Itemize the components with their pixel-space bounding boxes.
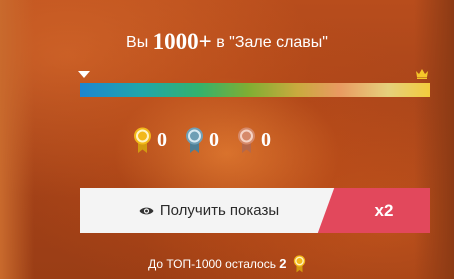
rank-headline: Вы 1000+ в "Зале славы"	[0, 30, 454, 55]
get-views-label: Получить показы	[159, 202, 280, 219]
footer-text: До ТОП-1000 осталось	[148, 257, 276, 271]
headline-suffix: в "Зале славы"	[216, 34, 328, 51]
multiplier-label: x2	[374, 200, 394, 220]
bronze-medal-count: 0	[261, 128, 271, 151]
silver-medal-counter: 0	[185, 127, 219, 154]
bronze-medal-counter: 0	[237, 127, 271, 154]
triangle-down-icon	[78, 71, 90, 78]
multiplier-badge[interactable]: x2	[338, 188, 430, 233]
get-views-main[interactable]: Получить показы	[80, 188, 338, 233]
rank-progress-bar	[80, 83, 430, 97]
gold-medal-icon	[293, 255, 306, 273]
eye-icon	[139, 207, 154, 214]
bronze-medal-icon	[238, 127, 255, 153]
gold-medal-icon	[134, 127, 151, 153]
gold-medal-counter: 0	[133, 127, 167, 154]
rank-value: 1000+	[152, 29, 212, 54]
silver-medal-count: 0	[209, 128, 219, 151]
gold-medal-count: 0	[157, 128, 167, 151]
headline-prefix: Вы	[126, 34, 149, 51]
hall-of-fame-panel: Вы 1000+ в "Зале славы" 0 0 0 Получить п…	[0, 0, 454, 279]
top-remaining-note: До ТОП-1000 осталось 2	[0, 255, 454, 273]
crown-icon	[416, 69, 428, 79]
get-views-button[interactable]: Получить показы x2	[80, 188, 430, 233]
medal-counters: 0 0 0	[133, 125, 271, 155]
remaining-count: 2	[279, 256, 287, 271]
silver-medal-icon	[186, 127, 203, 153]
